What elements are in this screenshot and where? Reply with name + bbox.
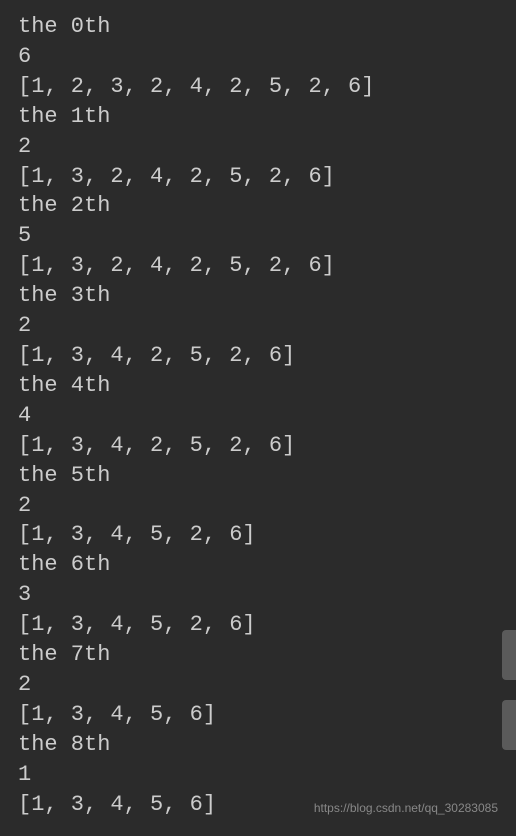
iteration-value: 4 [18,401,498,431]
iteration-header: the 7th [18,640,498,670]
side-widget-icon [502,700,516,750]
iteration-value: 1 [18,760,498,790]
iteration-value: 2 [18,670,498,700]
iteration-value: 6 [18,42,498,72]
iteration-header: the 5th [18,461,498,491]
iteration-header: the 3th [18,281,498,311]
iteration-array: [1, 3, 4, 5, 6] [18,700,498,730]
iteration-array: [1, 2, 3, 2, 4, 2, 5, 2, 6] [18,72,498,102]
iteration-array: [1, 3, 4, 5, 2, 6] [18,520,498,550]
side-widget-icon [502,630,516,680]
iteration-header: the 1th [18,102,498,132]
iteration-array: [1, 3, 4, 2, 5, 2, 6] [18,431,498,461]
iteration-header: the 8th [18,730,498,760]
iteration-array: [1, 3, 4, 2, 5, 2, 6] [18,341,498,371]
iteration-value: 2 [18,311,498,341]
iteration-array: [1, 3, 4, 5, 2, 6] [18,610,498,640]
iteration-array: [1, 3, 2, 4, 2, 5, 2, 6] [18,162,498,192]
iteration-value: 2 [18,491,498,521]
iteration-array: [1, 3, 2, 4, 2, 5, 2, 6] [18,251,498,281]
watermark-text: https://blog.csdn.net/qq_30283085 [314,800,498,816]
iteration-value: 3 [18,580,498,610]
iteration-header: the 2th [18,191,498,221]
iteration-value: 5 [18,221,498,251]
iteration-header: the 6th [18,550,498,580]
iteration-header: the 4th [18,371,498,401]
iteration-header: the 0th [18,12,498,42]
iteration-value: 2 [18,132,498,162]
